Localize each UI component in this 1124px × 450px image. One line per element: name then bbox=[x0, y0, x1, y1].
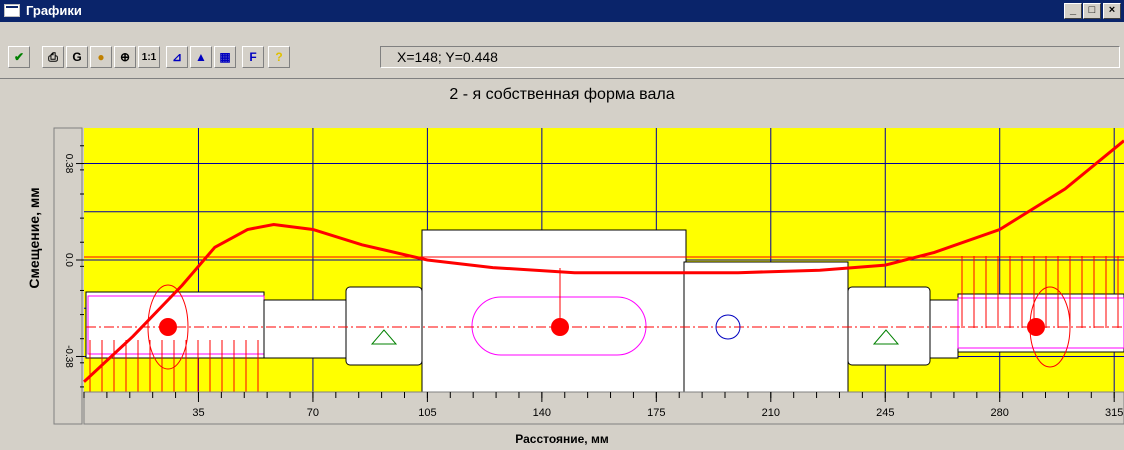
y-tick-label: 0.0 bbox=[63, 253, 74, 267]
bearing-left bbox=[345, 286, 423, 366]
x-tick-label: 280 bbox=[991, 407, 1009, 419]
bearing-right bbox=[847, 286, 931, 366]
x-tick-label: 315 bbox=[1105, 407, 1123, 419]
x-tick-label: 35 bbox=[192, 407, 204, 419]
chart-canvas[interactable]: 0.38 0.0 -0.38 35 70 105 140 175 210 245 280 315 bbox=[0, 0, 1124, 450]
x-tick-label: 245 bbox=[876, 407, 894, 419]
x-tick-label: 210 bbox=[762, 407, 780, 419]
x-tick-label: 70 bbox=[307, 407, 319, 419]
shaft-step-1 bbox=[263, 299, 347, 359]
mass-marker-left bbox=[159, 318, 177, 336]
x-tick-label: 175 bbox=[647, 407, 665, 419]
x-axis-panel bbox=[83, 391, 1124, 425]
y-tick-label: 0.38 bbox=[63, 154, 74, 174]
x-tick-label: 140 bbox=[533, 407, 551, 419]
x-tick-label: 105 bbox=[418, 407, 436, 419]
y-tick-label: -0.38 bbox=[63, 345, 74, 368]
shaft-step-2 bbox=[929, 299, 959, 359]
shaft-center-section bbox=[421, 229, 687, 393]
